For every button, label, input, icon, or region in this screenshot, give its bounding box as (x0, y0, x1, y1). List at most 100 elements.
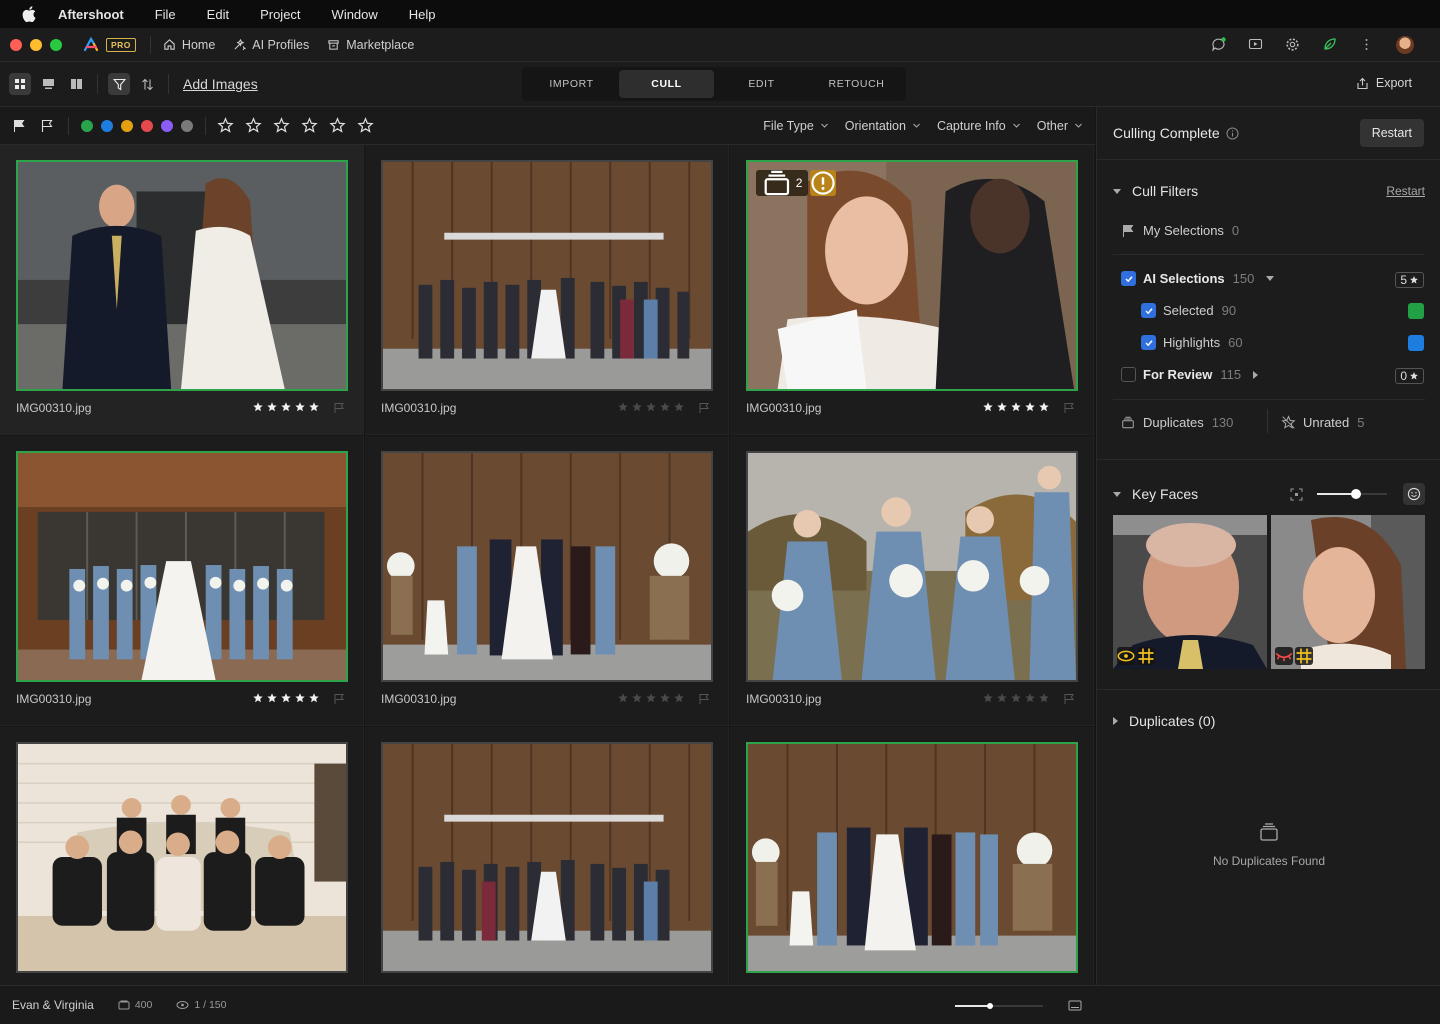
rating-star-icon[interactable] (659, 692, 671, 704)
image-cell-6[interactable]: IMG00310.jpg (730, 436, 1094, 726)
loupe-view-button[interactable] (37, 73, 59, 95)
flag-outline-icon[interactable] (1063, 693, 1075, 705)
star-rating[interactable] (252, 401, 320, 413)
ai-selections-checkbox[interactable] (1121, 271, 1136, 286)
rating-star-icon[interactable] (1010, 401, 1022, 413)
star-filter-3-icon[interactable] (273, 117, 290, 134)
tutorials-button[interactable] (1248, 37, 1263, 52)
star-rating[interactable] (617, 692, 685, 704)
aftershoot-logo-icon[interactable] (82, 36, 100, 54)
ai-selections-star-badge[interactable]: 5 (1395, 272, 1424, 288)
filter-button[interactable] (108, 73, 130, 95)
rating-star-icon[interactable] (645, 401, 657, 413)
menu-window[interactable]: Window (332, 7, 378, 22)
rating-star-icon[interactable] (631, 692, 643, 704)
grid-view-button[interactable] (9, 73, 31, 95)
image-thumbnail[interactable] (746, 742, 1078, 973)
selected-color-swatch[interactable] (1408, 303, 1424, 319)
star-filter-4-icon[interactable] (301, 117, 318, 134)
rating-star-icon[interactable] (617, 692, 629, 704)
flag-outline-icon[interactable] (333, 693, 345, 705)
toggle-panel-icon[interactable] (1068, 1000, 1082, 1011)
image-thumbnail[interactable] (381, 451, 713, 682)
restart-filters-link[interactable]: Restart (1386, 184, 1425, 198)
selected-row[interactable]: Selected 90 (1141, 303, 1236, 318)
flag-filled-icon[interactable] (12, 119, 26, 133)
image-thumbnail[interactable] (16, 742, 348, 973)
orientation-dropdown[interactable]: Orientation (845, 119, 921, 133)
tab-import[interactable]: IMPORT (524, 70, 619, 98)
star-rating[interactable] (982, 401, 1050, 413)
image-thumbnail[interactable] (381, 742, 713, 973)
cull-filters-header[interactable]: Cull Filters Restart (1113, 183, 1425, 199)
key-face-thumbnail-2[interactable] (1271, 515, 1425, 669)
chat-button[interactable] (1211, 37, 1226, 52)
rating-star-icon[interactable] (673, 692, 685, 704)
image-thumbnail[interactable] (16, 160, 348, 391)
rating-star-icon[interactable] (266, 401, 278, 413)
rating-star-icon[interactable] (631, 401, 643, 413)
star-filter-2-icon[interactable] (245, 117, 262, 134)
export-button[interactable]: Export (1356, 76, 1412, 90)
warning-badge[interactable] (810, 170, 837, 196)
dropdown-triangle-icon[interactable] (1266, 276, 1275, 281)
rating-star-icon[interactable] (266, 692, 278, 704)
star-filter-1-icon[interactable] (217, 117, 234, 134)
duplicates-filter-row[interactable]: Duplicates 130 (1121, 415, 1233, 430)
star-rating[interactable] (617, 401, 685, 413)
user-avatar[interactable] (1396, 35, 1414, 54)
tab-cull[interactable]: CULL (619, 70, 714, 98)
rating-star-icon[interactable] (645, 692, 657, 704)
selected-checkbox[interactable] (1141, 303, 1156, 318)
image-thumbnail[interactable] (16, 451, 348, 682)
image-thumbnail[interactable] (746, 451, 1078, 682)
flag-outline-icon[interactable] (698, 693, 710, 705)
key-faces-header[interactable]: Key Faces (1113, 483, 1425, 505)
tab-retouch[interactable]: RETOUCH (809, 70, 904, 98)
tab-edit[interactable]: EDIT (714, 70, 809, 98)
flag-outline-icon[interactable] (333, 402, 345, 414)
minimize-window-button[interactable] (30, 38, 42, 51)
rating-star-icon[interactable] (617, 401, 629, 413)
face-detection-toggle[interactable] (1403, 483, 1425, 505)
rating-star-icon[interactable] (280, 692, 292, 704)
color-filter-blue[interactable] (101, 119, 113, 132)
flag-outline-icon[interactable] (40, 119, 54, 133)
menu-project[interactable]: Project (260, 7, 300, 22)
capture-info-dropdown[interactable]: Capture Info (937, 119, 1021, 133)
highlights-color-swatch[interactable] (1408, 335, 1424, 351)
stack-count-badge[interactable]: 2 (756, 170, 809, 196)
apple-icon[interactable] (22, 6, 36, 22)
image-cell-3[interactable]: 2 IMG00310.jpg (730, 145, 1094, 435)
key-face-thumbnail-1[interactable] (1113, 515, 1267, 669)
image-cell-2[interactable]: IMG00310.jpg (365, 145, 729, 435)
thumbnail-size-slider[interactable] (955, 1000, 1043, 1012)
rating-star-icon[interactable] (1038, 692, 1050, 704)
image-cell-7[interactable] (0, 727, 364, 985)
star-rating[interactable] (982, 692, 1050, 704)
image-cell-8[interactable] (365, 727, 729, 985)
rating-star-icon[interactable] (996, 692, 1008, 704)
zoom-window-button[interactable] (50, 38, 62, 51)
app-name-menu[interactable]: Aftershoot (58, 7, 124, 22)
file-type-dropdown[interactable]: File Type (763, 119, 829, 133)
expand-triangle-icon[interactable] (1253, 370, 1259, 379)
add-images-link[interactable]: Add Images (183, 76, 258, 92)
image-cell-5[interactable]: IMG00310.jpg (365, 436, 729, 726)
rating-star-icon[interactable] (1010, 692, 1022, 704)
rating-star-icon[interactable] (982, 401, 994, 413)
for-review-star-badge[interactable]: 0 (1395, 368, 1424, 384)
rating-star-icon[interactable] (280, 401, 292, 413)
nav-ai-profiles[interactable]: AI Profiles (233, 38, 309, 52)
rating-star-icon[interactable] (1024, 401, 1036, 413)
duplicates-section-header[interactable]: Duplicates (0) (1113, 713, 1215, 729)
color-filter-green[interactable] (81, 119, 93, 132)
rating-star-icon[interactable] (308, 401, 320, 413)
rating-star-icon[interactable] (252, 401, 264, 413)
eco-button[interactable] (1322, 37, 1337, 52)
info-icon[interactable] (1226, 127, 1239, 140)
face-size-slider[interactable] (1317, 488, 1387, 500)
other-dropdown[interactable]: Other (1037, 119, 1083, 133)
menu-file[interactable]: File (155, 7, 176, 22)
menu-help[interactable]: Help (409, 7, 436, 22)
